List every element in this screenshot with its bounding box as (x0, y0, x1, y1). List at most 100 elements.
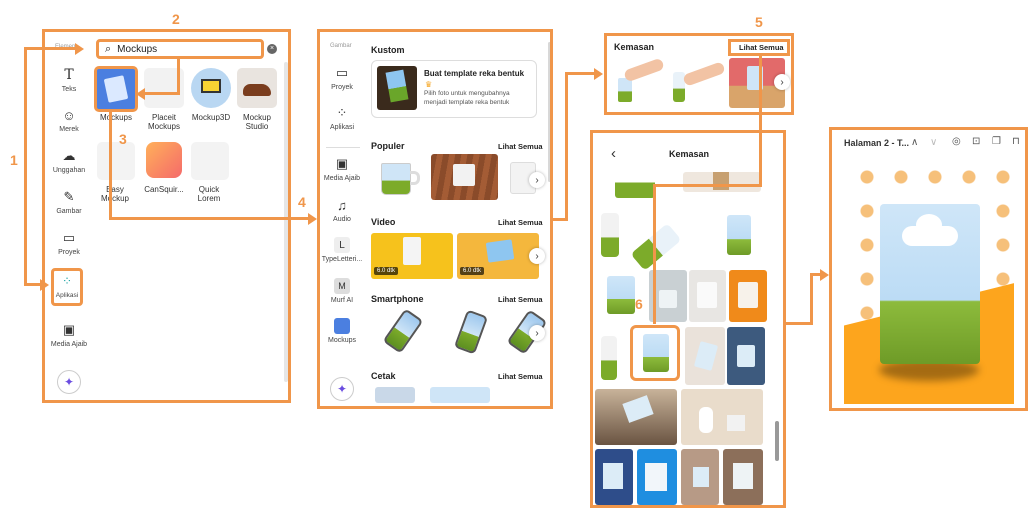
arrow-3-h (109, 217, 309, 220)
print-mockup-1[interactable] (375, 387, 415, 403)
hide-icon[interactable]: ◎ (952, 136, 961, 147)
scrollbar[interactable] (775, 421, 779, 461)
kustom-card[interactable]: Buat template reka bentuk ♛ Pilih foto u… (371, 60, 537, 118)
next-smartphone-icon[interactable]: › (529, 325, 545, 341)
see-all-smartphone[interactable]: Lihat Semua (498, 295, 543, 304)
rail-item-aplikasi[interactable]: ⁘ Aplikasi (320, 105, 366, 131)
grid-item-person[interactable] (681, 449, 719, 505)
grid-item-vase[interactable] (681, 389, 763, 445)
grid-item-bottle-tilt[interactable] (630, 223, 682, 271)
app-tile-cansquire[interactable] (146, 142, 182, 178)
draw-icon: ✎ (63, 189, 75, 204)
rail-item-media-ajaib[interactable]: ▣ Media Ajaib (320, 156, 366, 182)
app-label-cansquire: CanSquir... (144, 185, 184, 194)
search-input[interactable]: ⌕ Mockups (96, 39, 264, 59)
pouch-mockup[interactable] (880, 204, 980, 364)
rail-item-media-ajaib[interactable]: ▣ Media Ajaib (45, 322, 93, 348)
rail-item-proyek[interactable]: ▭ Proyek (320, 65, 366, 91)
grid-item-blue-bg[interactable] (637, 449, 677, 505)
app-tile-quick-lorem[interactable] (191, 142, 229, 180)
grid-item-bottle-2[interactable] (601, 336, 617, 380)
grid-item-bag-brown[interactable] (723, 449, 763, 505)
grid-item-0-0[interactable] (615, 172, 655, 198)
app-tile-easy-mockup[interactable] (97, 142, 135, 180)
rail-item-mockups[interactable]: Mockups (320, 318, 366, 344)
video-mockup-hand[interactable]: 6.0 dtk (457, 233, 539, 279)
grid-item-pouch-2[interactable] (607, 276, 635, 314)
canvas-preview-panel: Halaman 2 - T... ∧ ∨ ◎ ⊡ ❐ ⊓ (829, 127, 1028, 411)
arrow-3-head (308, 213, 317, 225)
next-kemasan-icon[interactable]: › (774, 74, 790, 90)
scrollbar[interactable] (284, 62, 288, 382)
see-all-kemasan[interactable]: Lihat Semua (728, 39, 790, 56)
next-video-icon[interactable]: › (529, 248, 545, 264)
smartphone-mockup-2[interactable] (453, 309, 489, 355)
grid-item-bag-white[interactable] (689, 270, 726, 322)
grid-item-pouch-1[interactable] (727, 215, 751, 255)
step-1: 1 (10, 152, 18, 168)
mockup-mug-1[interactable] (375, 159, 423, 199)
mockup-mug-table[interactable] (431, 154, 498, 200)
rail-item-teks[interactable]: T Teks (45, 67, 93, 93)
crown-icon: ♛ (425, 80, 433, 89)
rail-item-merek[interactable]: ☺ Merek (45, 107, 93, 134)
mockups-logo (103, 75, 129, 103)
search-icon: ⌕ (105, 42, 112, 55)
section-title-cetak: Cetak (371, 371, 396, 381)
chevron-up-icon[interactable]: ∧ (911, 137, 918, 148)
grid-item-0-1[interactable] (683, 172, 761, 192)
step-5: 5 (755, 14, 763, 30)
step-6: 6 (635, 296, 643, 312)
grid-item-bag-orange[interactable] (729, 270, 767, 322)
music-icon: ♫ (337, 197, 347, 213)
chevron-down-icon[interactable]: ∨ (930, 137, 937, 148)
grid-item-selected-pouch[interactable] (630, 325, 680, 381)
kustom-title: Kustom (371, 45, 405, 55)
rail-item-murf[interactable]: M Murf AI (320, 278, 366, 304)
text-icon: T (64, 67, 74, 83)
magic-button[interactable]: ✦ (330, 377, 354, 401)
see-all-cetak[interactable]: Lihat Semua (498, 372, 543, 381)
grid-item-shadow-box[interactable] (595, 449, 633, 505)
scrollbar[interactable] (548, 42, 550, 182)
kustom-card-image (377, 66, 417, 110)
app-label-mockup3d: Mockup3D (191, 113, 231, 122)
grid-item-bottle-small[interactable] (601, 213, 619, 257)
rail-item-gambar[interactable]: ✎ Gambar (45, 189, 93, 215)
back-icon[interactable]: ‹ (611, 145, 616, 162)
kemasan-thumb-can[interactable] (612, 57, 665, 108)
trash-icon[interactable]: ⊓ (1012, 136, 1020, 147)
apps-icon: ⁘ (61, 274, 73, 288)
video-mockup-bag[interactable]: 6.0 dtk (371, 233, 453, 279)
print-mockup-2[interactable] (430, 387, 490, 403)
magic-button[interactable]: ✦ (57, 370, 81, 394)
kemasan-thumb-bottle[interactable] (669, 58, 726, 108)
brand-icon: ☺ (62, 107, 76, 123)
mockups-app-panel: Gambar ▭ Proyek ⁘ Aplikasi ▣ Media Ajaib… (317, 29, 553, 409)
clear-search-icon[interactable]: × (267, 44, 277, 54)
see-all-populer[interactable]: Lihat Semua (498, 142, 543, 151)
grid-item-hand-pouch[interactable] (685, 327, 725, 385)
app-tile-mockup-studio[interactable] (237, 68, 277, 108)
lock-icon[interactable]: ⊡ (972, 136, 980, 147)
app-label-easy-mockup: Easy Mockup (100, 185, 129, 204)
arrow-4-head (594, 68, 603, 80)
rail-label-top: Gambar (330, 43, 352, 49)
canvas-page[interactable] (844, 154, 1014, 404)
section-title-smartphone: Smartphone (371, 294, 424, 304)
duplicate-icon[interactable]: ❐ (992, 136, 1001, 147)
next-populer-icon[interactable]: › (529, 172, 545, 188)
rail-item-unggahan[interactable]: ☁ Unggahan (45, 148, 93, 174)
app-tile-mockups[interactable] (94, 66, 138, 112)
rail-item-typelettering[interactable]: L TypeLetteri... (320, 237, 366, 263)
apps-icon: ⁘ (336, 105, 348, 120)
magic-media-icon: ▣ (335, 156, 349, 171)
rail-item-proyek[interactable]: ▭ Proyek (45, 230, 93, 256)
see-all-video[interactable]: Lihat Semua (498, 218, 543, 227)
rail-item-aplikasi[interactable]: ⁘ Aplikasi (51, 268, 83, 306)
grid-item-rocks[interactable] (595, 389, 677, 445)
rail-item-audio[interactable]: ♫ Audio (320, 197, 366, 224)
app-tile-mockup3d[interactable] (191, 68, 231, 108)
grid-item-jeans[interactable] (727, 327, 765, 385)
smartphone-mockup-1[interactable] (382, 308, 424, 354)
